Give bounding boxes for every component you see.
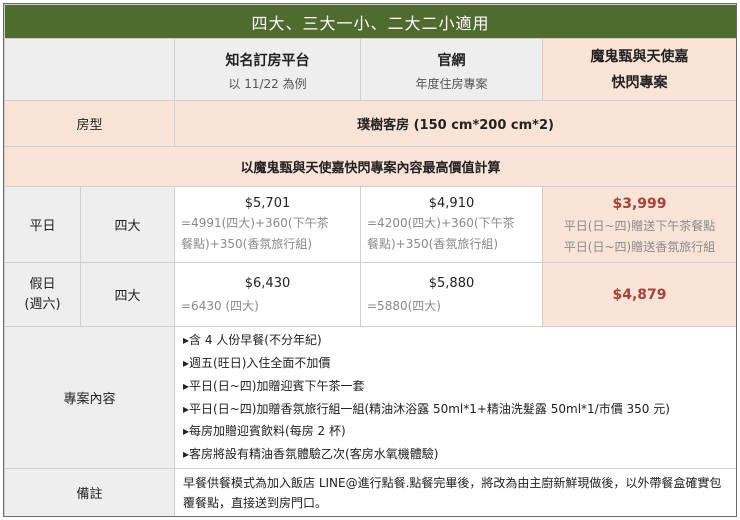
weekday-label: 平日 [4,186,81,263]
remark-row: 備註 早餐供餐模式為加入飯店 LINE@進行點餐.點餐完畢後，將改為由主廚新鮮現… [4,468,736,516]
weekday-flash-price: $3,999 [612,195,667,212]
remark-label: 備註 [4,468,175,516]
plan-item: ▸含 4 人份早餐(不分年紀) [183,333,322,348]
weekday-official-price: $4,910 [428,195,475,211]
room-type-value: 璞樹客房 (150 cm*200 cm*2) [173,100,736,147]
room-type-label: 房型 [4,100,175,147]
plan-item: ▸客房將設有精油香氛體驗乙次(客房水氧機體驗) [183,446,439,461]
holiday-platform-detail: =6430 (四大) [181,299,259,313]
plan-item: ▸週五(旺日)入住全面不加價 [183,356,331,371]
header-flash-line1: 魔鬼甄與天使嘉 [590,48,689,65]
holiday-official-detail: =5880(四大) [367,299,441,313]
holiday-guests: 四大 [80,262,175,327]
holiday-official-cell: $5,880 =5880(四大) [360,262,543,327]
calc-banner-row: 以魔鬼甄與天使嘉快閃專案內容最高價值計算 [4,146,736,187]
header-official-sub: 年度住房專案 [415,77,488,91]
holiday-flash-price: $4,879 [612,286,667,303]
weekday-flash-cell: $3,999 平日(日~四)贈送下午茶餐點 平日(日~四)贈送香氛旅行組 [541,186,736,263]
weekday-platform-price: $5,701 [244,195,291,211]
header-platform-sub: 以 11/22 為例 [228,77,307,91]
calc-banner: 以魔鬼甄與天使嘉快閃專案內容最高價值計算 [4,146,736,187]
holiday-platform-price: $6,430 [244,276,291,291]
plan-item: ▸平日(日~四)加贈迎賓下午茶一套 [183,378,365,393]
weekday-platform-detail-2: 餐點)+350(香氛旅行組) [181,236,313,251]
header-corner [4,38,175,101]
header-flash-line2: 快閃專案 [611,74,668,91]
holiday-label-line2: (週六) [24,296,61,312]
remark-text: 早餐供餐模式為加入飯店 LINE@進行點餐.點餐完畢後，將改為由主廚新鮮現做後，… [173,468,736,516]
title-row: 四大、三大一小、二大二小適用 [4,4,736,39]
weekday-official-detail-2: 餐點)+350(香氛旅行組) [367,236,499,251]
weekday-row: 平日 四大 $5,701 =4991(四大)+360(下午茶 餐點)+350(香… [4,186,736,263]
header-platform: 知名訂房平台 以 11/22 為例 [174,38,361,101]
holiday-flash-cell: $4,879 [541,262,736,327]
holiday-platform-cell: $6,430 =6430 (四大) [174,262,361,327]
weekday-official-detail-1: =4200(四大)+360(下午茶 [367,215,515,230]
weekday-guests: 四大 [80,186,175,263]
header-official-label: 官網 [437,53,466,69]
table-title: 四大、三大一小、二大二小適用 [4,4,736,39]
holiday-official-price: $5,880 [428,276,475,291]
header-flash: 魔鬼甄與天使嘉 快閃專案 [541,38,736,101]
weekday-flash-note-1: 平日(日~四)贈送下午茶餐點 [563,218,716,233]
plan-list: ▸含 4 人份早餐(不分年紀) ▸週五(旺日)入住全面不加價 ▸平日(日~四)加… [173,326,736,469]
header-row: 知名訂房平台 以 11/22 為例 官網 年度住房專案 魔鬼甄與天使嘉 快閃專案 [4,38,736,101]
comparison-table-frame: 四大、三大一小、二大二小適用 知名訂房平台 以 11/22 為例 官網 年度住房… [3,3,737,517]
plan-label: 專案內容 [4,326,175,469]
plan-row: 專案內容 ▸含 4 人份早餐(不分年紀) ▸週五(旺日)入住全面不加價 ▸平日(… [4,326,736,469]
plan-item: ▸平日(日~四)加贈香氛旅行組一組(精油沐浴露 50ml*1+精油洗髮露 50m… [183,401,670,416]
header-official: 官網 年度住房專案 [360,38,543,101]
plan-item: ▸每房加贈迎賓飲料(每房 2 杯) [183,424,346,439]
weekday-official-cell: $4,910 =4200(四大)+360(下午茶 餐點)+350(香氛旅行組) [360,186,543,263]
holiday-label: 假日 (週六) [4,262,81,327]
holiday-row: 假日 (週六) 四大 $6,430 =6430 (四大) $5,880 =588… [4,262,736,327]
weekday-platform-cell: $5,701 =4991(四大)+360(下午茶 餐點)+350(香氛旅行組) [174,186,361,263]
weekday-platform-detail-1: =4991(四大)+360(下午茶 [181,215,329,230]
weekday-flash-note-2: 平日(日~四)贈送香氛旅行組 [563,239,716,254]
price-comparison-table: 四大、三大一小、二大二小適用 知名訂房平台 以 11/22 為例 官網 年度住房… [4,4,736,516]
holiday-label-line1: 假日 [29,276,56,292]
header-platform-label: 知名訂房平台 [225,53,310,69]
room-type-row: 房型 璞樹客房 (150 cm*200 cm*2) [4,100,736,147]
